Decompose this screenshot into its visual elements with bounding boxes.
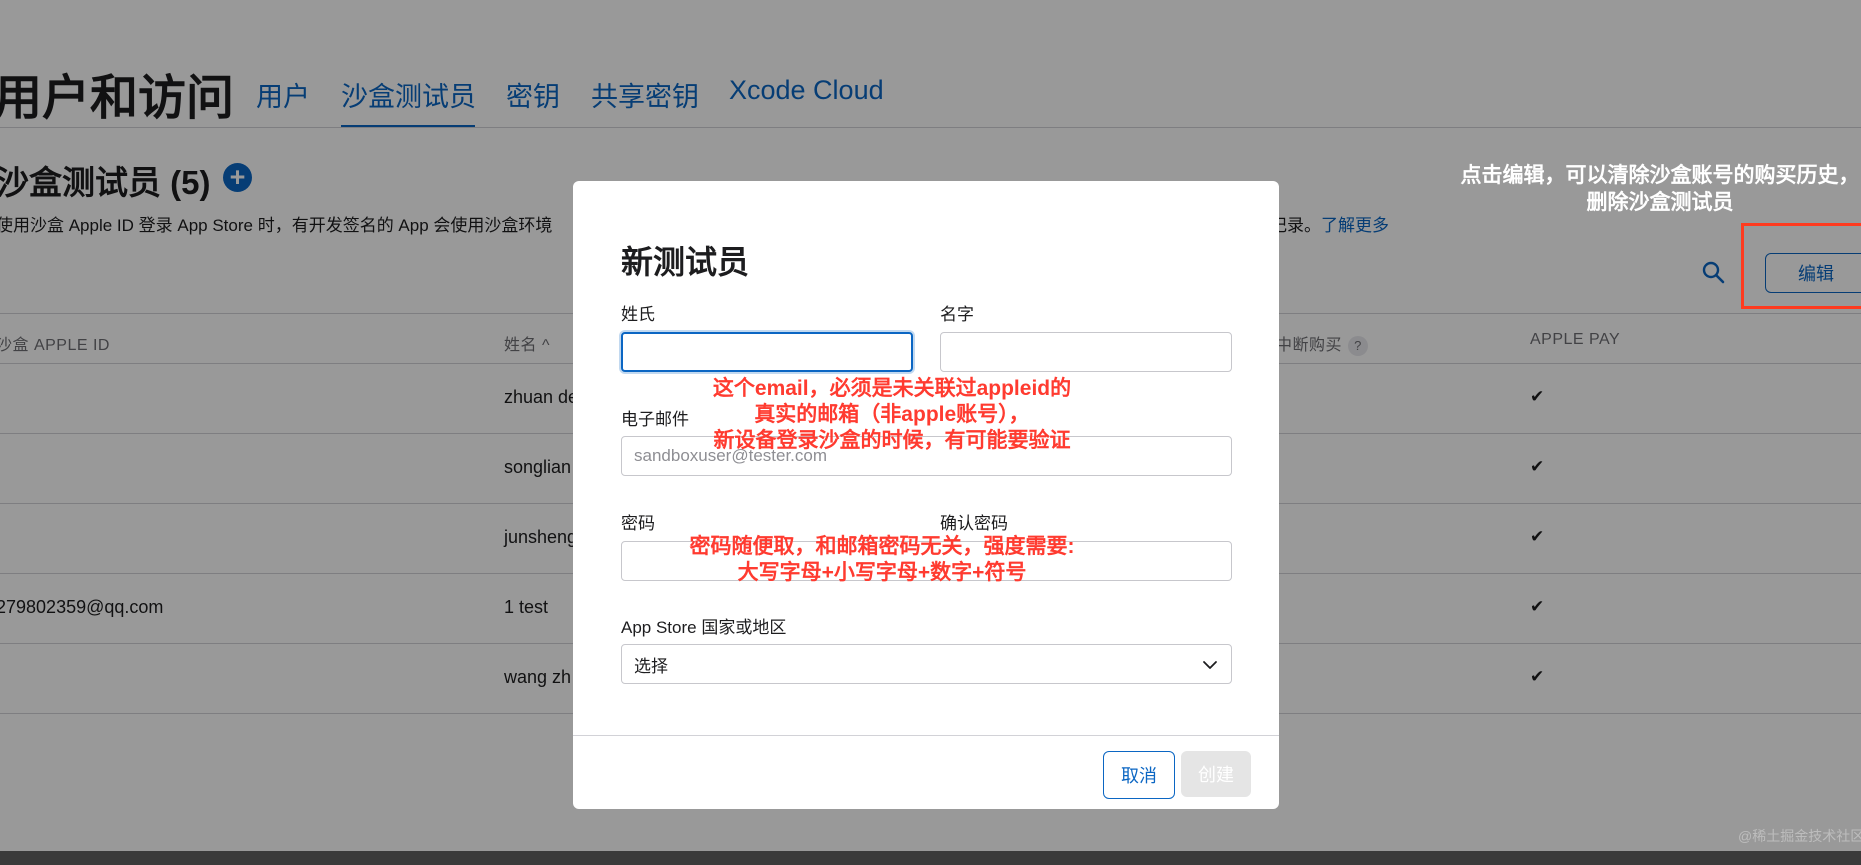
password-annotation: 密码随便取，和邮箱密码无关，强度需要: 大写字母+小写字母+数字+符号: [640, 534, 1124, 586]
email-annotation: 这个email，必须是未关联过appleid的 真实的邮箱（非apple账号），…: [650, 376, 1134, 454]
edit-highlight-box: [1741, 223, 1861, 309]
first-name-field[interactable]: [940, 332, 1232, 372]
region-select[interactable]: 选择: [621, 644, 1232, 684]
email-annotation-line: 新设备登录沙盒的时候，有可能要验证: [713, 429, 1071, 452]
email-annotation-line: 真实的邮箱（非apple账号），: [754, 403, 1030, 426]
edit-annotation: 点击编辑，可以清除沙盒账号的购买历史， 删除沙盒测试员: [1430, 162, 1861, 216]
confirm-password-label: 确认密码: [940, 514, 1008, 533]
last-name-field[interactable]: [621, 332, 913, 372]
cancel-button[interactable]: 取消: [1103, 751, 1175, 799]
region-label: App Store 国家或地区: [621, 618, 787, 637]
edit-annotation-line: 点击编辑，可以清除沙盒账号的购买历史，: [1460, 164, 1860, 187]
edit-annotation-line: 删除沙盒测试员: [1586, 191, 1734, 214]
bottom-bar: [0, 851, 1861, 865]
new-tester-dialog: 新测试员 姓氏 名字 电子邮件 密码 确认密码 App Store 国家或地区 …: [573, 181, 1279, 809]
dialog-title: 新测试员: [621, 244, 750, 280]
password-annotation-line: 大写字母+小写字母+数字+符号: [737, 561, 1027, 584]
password-annotation-line: 密码随便取，和邮箱密码无关，强度需要:: [689, 535, 1075, 558]
watermark: @稀土掘金技术社区: [1738, 828, 1861, 844]
chevron-down-icon: [1203, 661, 1217, 669]
email-annotation-line: 这个email，必须是未关联过appleid的: [712, 377, 1072, 400]
create-button[interactable]: 创建: [1181, 751, 1251, 797]
last-name-label: 姓氏: [621, 305, 655, 324]
first-name-label: 名字: [940, 305, 974, 324]
password-label: 密码: [621, 514, 655, 533]
dialog-footer-divider: [573, 735, 1279, 736]
region-select-value: 选择: [634, 656, 668, 676]
